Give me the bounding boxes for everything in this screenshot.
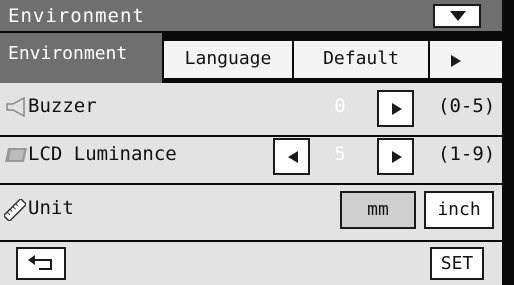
lcd-panel-icon: [5, 148, 27, 162]
triangle-down-icon: [450, 11, 466, 21]
set-button[interactable]: SET: [430, 247, 484, 280]
lcd-increase-button[interactable]: [377, 138, 414, 175]
triangle-right-icon: [392, 151, 402, 163]
buzzer-value: 0: [334, 95, 346, 117]
speaker-icon: [6, 97, 25, 117]
tab-bar: Environment Language Default: [0, 33, 514, 83]
tab-language[interactable]: Language: [164, 39, 292, 78]
buzzer-row: Buzzer 0 (0-5): [0, 83, 514, 135]
unit-inch-button[interactable]: inch: [424, 191, 494, 229]
footer-bar: SET: [0, 243, 514, 285]
unit-mm-label: mm: [367, 199, 389, 220]
lcd-luminance-range: (1-9): [438, 143, 496, 165]
dropdown-button[interactable]: [433, 4, 481, 28]
tab-environment-label: Environment: [8, 43, 128, 64]
unit-inch-label: inch: [437, 199, 481, 220]
tab-language-label: Language: [184, 48, 272, 69]
row-divider: [0, 183, 514, 185]
set-button-label: SET: [440, 253, 474, 274]
title-bar: Environment: [0, 0, 514, 33]
unit-row: Unit mm inch: [0, 185, 514, 237]
lcd-luminance-row: LCD Luminance 5 (1-9): [0, 131, 514, 183]
back-button[interactable]: [16, 247, 66, 280]
buzzer-label: Buzzer: [28, 95, 97, 117]
screen-frame-edge: [502, 0, 514, 285]
tab-environment[interactable]: Environment: [0, 33, 162, 83]
tab-default-label: Default: [323, 48, 399, 69]
triangle-right-icon: [451, 55, 461, 67]
window-title: Environment: [8, 5, 145, 27]
environment-screen: Environment Environment Language Default…: [0, 0, 514, 285]
ruler-icon: [4, 199, 26, 221]
lcd-decrease-button[interactable]: [273, 138, 310, 175]
triangle-right-icon: [392, 103, 402, 115]
tab-default[interactable]: Default: [294, 39, 428, 78]
return-arrow-icon: [28, 255, 52, 270]
tab-next-button[interactable]: [430, 39, 502, 78]
unit-label: Unit: [28, 197, 74, 219]
lcd-luminance-label: LCD Luminance: [28, 143, 177, 165]
buzzer-range: (0-5): [438, 95, 496, 117]
triangle-left-icon: [288, 151, 298, 163]
unit-mm-button[interactable]: mm: [340, 191, 416, 229]
buzzer-increase-button[interactable]: [377, 90, 414, 127]
row-divider: [0, 135, 514, 137]
row-divider: [0, 240, 514, 242]
lcd-luminance-value: 5: [334, 143, 346, 165]
